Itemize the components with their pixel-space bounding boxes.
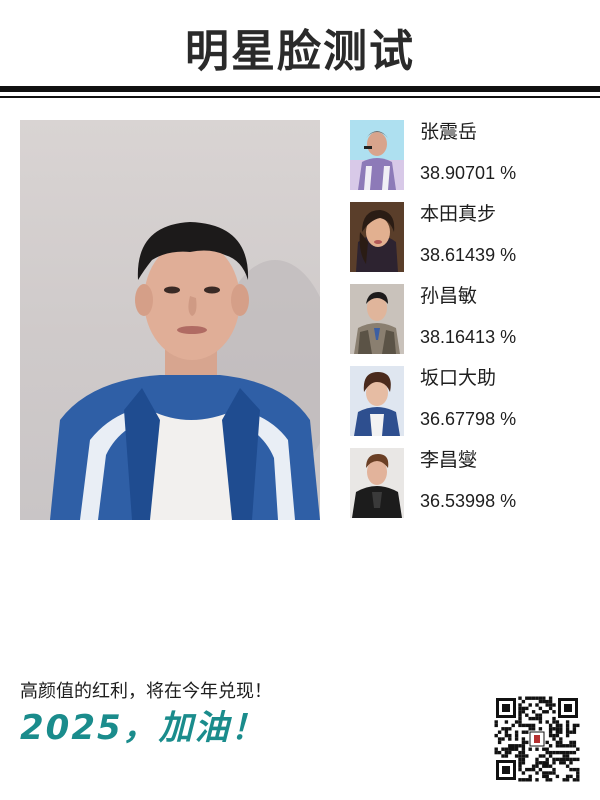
- slogan-text: 高颜值的红利，将在今年兑现！: [20, 681, 272, 702]
- match-item[interactable]: 张震岳 38.90701 %: [350, 120, 580, 190]
- match-item[interactable]: 本田真步 38.61439 %: [350, 202, 580, 272]
- similarity-score: 36.67798 %: [420, 409, 517, 429]
- celebrity-thumbnail: [350, 284, 404, 354]
- match-item[interactable]: 李昌燮 36.53998 %: [350, 448, 580, 518]
- celebrity-thumbnail: [350, 366, 404, 436]
- celebrity-name: 本田真步: [420, 203, 497, 225]
- celebrity-name: 李昌燮: [420, 449, 478, 471]
- similarity-score: 38.61439 %: [420, 245, 517, 265]
- similarity-score: 36.53998 %: [420, 491, 517, 511]
- similarity-score: 38.16413 %: [420, 327, 517, 347]
- cheer-headline: 2025，加油！: [20, 708, 267, 748]
- uploaded-face-photo: [20, 120, 320, 520]
- qr-code-icon[interactable]: [494, 696, 580, 782]
- similarity-score: 38.90701 %: [420, 163, 517, 183]
- celebrity-thumbnail: [350, 202, 404, 272]
- celebrity-thumbnail: [350, 120, 404, 190]
- page-title: 明星脸测试: [185, 26, 415, 77]
- celebrity-name: 坂口大助: [420, 367, 497, 389]
- celebrity-thumbnail: [350, 448, 404, 518]
- celebrity-name: 孙昌敏: [420, 285, 478, 307]
- match-item[interactable]: 孙昌敏 38.16413 %: [350, 284, 580, 354]
- match-item[interactable]: 坂口大助 36.67798 %: [350, 366, 580, 436]
- header-divider-thin: [0, 96, 600, 98]
- portrait-illustration: [50, 222, 320, 520]
- header-divider-thick: [0, 86, 600, 92]
- celebrity-name: 张震岳: [420, 121, 478, 143]
